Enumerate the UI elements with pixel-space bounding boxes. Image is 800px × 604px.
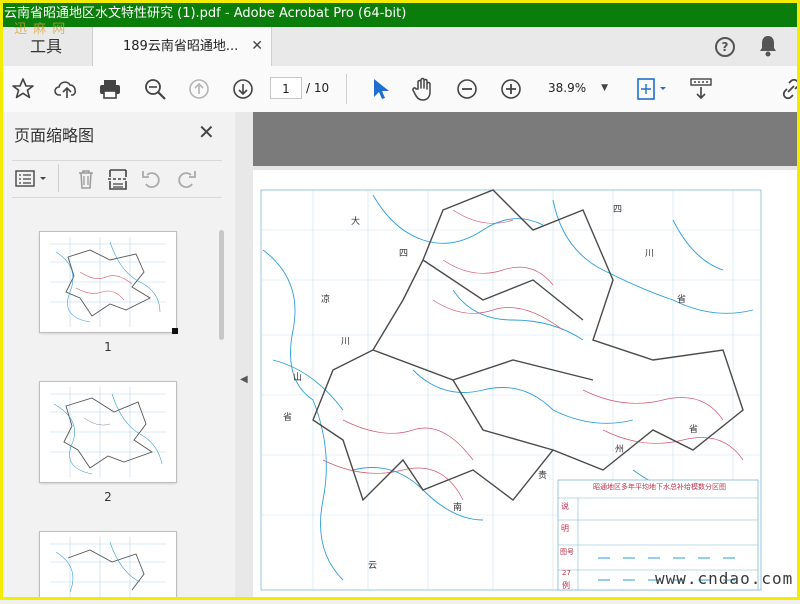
thumbnail-list: 1 2 xyxy=(0,204,235,600)
print-icon[interactable] xyxy=(95,74,125,104)
document-view: 昭通地区多年平均地下水总补给模数分区图 说 明 图号 27 例 大 四 凉 川 … xyxy=(253,112,800,600)
watermark-top: 迅 麻 网 xyxy=(14,22,67,37)
page-thumbnail-3[interactable] xyxy=(40,532,176,600)
region-label: 山 xyxy=(293,373,303,383)
legend-label-4: 27 xyxy=(562,569,571,577)
region-label: 省 xyxy=(689,425,699,435)
zoom-value: 38.9% xyxy=(548,81,587,95)
watermark-bottom: www.cndao.com xyxy=(655,569,794,588)
region-label: 云 xyxy=(368,561,378,571)
tab-document[interactable]: 189云南省昭通地... ✕ xyxy=(92,27,272,67)
page-down-icon[interactable] xyxy=(228,74,258,104)
legend-label-3: 图号 xyxy=(560,548,574,556)
toolbar-divider xyxy=(346,74,347,104)
star-icon[interactable] xyxy=(8,74,38,104)
panel-collapse-handle[interactable] xyxy=(235,112,253,600)
scroll-mode-icon[interactable] xyxy=(686,74,716,104)
region-label: 贵 xyxy=(538,471,548,481)
zoom-out-icon[interactable] xyxy=(452,74,482,104)
map-drawing xyxy=(260,189,762,591)
help-icon[interactable]: ? xyxy=(715,37,735,57)
legend-label-2: 明 xyxy=(561,524,569,533)
region-label: 大 xyxy=(351,217,361,227)
pdf-page[interactable]: 昭通地区多年平均地下水总补给模数分区图 说 明 图号 27 例 大 四 凉 川 … xyxy=(253,170,800,600)
thumbnail-panel: 页面缩略图 ✕ 1 2 xyxy=(0,112,235,600)
collapse-arrow-icon[interactable]: ◀ xyxy=(240,374,248,385)
map-title: 昭通地区多年平均地下水总补给模数分区图 xyxy=(593,483,726,491)
region-label: 省 xyxy=(677,295,687,305)
fit-page-icon[interactable] xyxy=(632,74,672,104)
page-total: / 10 xyxy=(306,81,330,95)
bell-icon[interactable] xyxy=(757,34,779,58)
link-icon[interactable] xyxy=(776,74,800,104)
thumbnail-scrollbar[interactable] xyxy=(219,230,224,340)
panel-divider xyxy=(58,164,59,192)
extract-page-icon[interactable] xyxy=(104,165,132,193)
page-thumbnail-2[interactable] xyxy=(40,382,176,482)
chevron-down-icon: ▼ xyxy=(601,83,608,93)
page-number-input[interactable]: 1 xyxy=(270,77,302,99)
region-label: 南 xyxy=(453,503,463,513)
region-label: 四 xyxy=(399,249,409,259)
region-label: 省 xyxy=(283,413,293,423)
thumbnail-resize-handle[interactable] xyxy=(172,328,178,334)
tab-close-button[interactable]: ✕ xyxy=(251,27,263,66)
thumbnail-label-2: 2 xyxy=(104,490,112,504)
close-icon[interactable]: ✕ xyxy=(198,120,215,144)
region-label: 凉 xyxy=(321,295,331,305)
thumbnail-label-1: 1 xyxy=(104,340,112,354)
region-label: 川 xyxy=(341,337,351,347)
tab-document-label: 189云南省昭通地... xyxy=(123,39,239,54)
page-up-icon[interactable] xyxy=(184,74,214,104)
zoom-search-icon[interactable] xyxy=(140,74,170,104)
region-label: 川 xyxy=(645,249,655,259)
upload-cloud-icon[interactable] xyxy=(52,74,82,104)
window-title: 云南省昭通地区水文特性研究 (1).pdf - Adobe Acrobat Pr… xyxy=(0,0,800,27)
hand-icon[interactable] xyxy=(408,74,438,104)
thumbnail-options-icon[interactable] xyxy=(14,165,50,193)
region-label: 州 xyxy=(615,445,625,455)
select-arrow-icon[interactable] xyxy=(365,74,395,104)
main-toolbar: 1 / 10 38.9% ▼ xyxy=(0,66,800,113)
rotate-right-icon[interactable] xyxy=(172,165,200,193)
rotate-left-icon[interactable] xyxy=(138,165,166,193)
page-thumbnail-1[interactable] xyxy=(40,232,178,334)
region-label: 四 xyxy=(613,205,623,215)
trash-icon[interactable] xyxy=(72,165,100,193)
legend-label-1: 说 xyxy=(561,502,569,511)
previous-page-edge xyxy=(253,112,800,166)
zoom-select[interactable]: 38.9% ▼ xyxy=(540,77,614,99)
zoom-in-icon[interactable] xyxy=(496,74,526,104)
panel-toolbar xyxy=(12,160,222,198)
tab-row: 工具 189云南省昭通地... ✕ xyxy=(0,27,800,67)
legend-label-5: 例 xyxy=(562,581,570,590)
panel-title: 页面缩略图 xyxy=(14,126,95,145)
